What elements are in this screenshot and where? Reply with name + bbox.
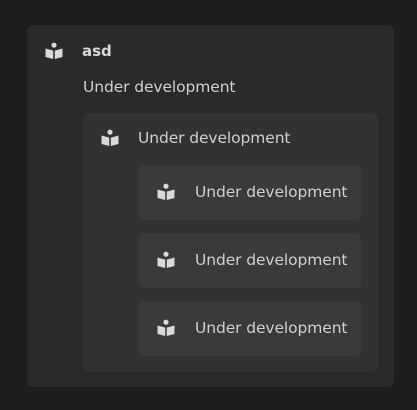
book-reader-icon — [100, 129, 120, 147]
root-card[interactable]: asd Under development Under development … — [27, 25, 394, 387]
book-reader-icon — [156, 319, 176, 337]
book-reader-icon — [156, 183, 176, 201]
child-item[interactable]: Under development — [139, 233, 361, 288]
book-reader-icon — [44, 42, 64, 60]
root-title: asd — [82, 42, 112, 60]
root-header[interactable]: asd — [44, 42, 112, 60]
child-item[interactable]: Under development — [139, 301, 361, 356]
child-item-label: Under development — [195, 251, 348, 269]
child-item-label: Under development — [195, 183, 348, 201]
child-header[interactable]: Under development — [100, 129, 291, 147]
child-item-label: Under development — [195, 319, 348, 337]
book-reader-icon — [156, 251, 176, 269]
child-card[interactable]: Under development Under development Unde… — [83, 113, 378, 372]
child-item[interactable]: Under development — [139, 165, 361, 220]
root-description: Under development — [83, 78, 236, 96]
child-label: Under development — [138, 129, 291, 147]
